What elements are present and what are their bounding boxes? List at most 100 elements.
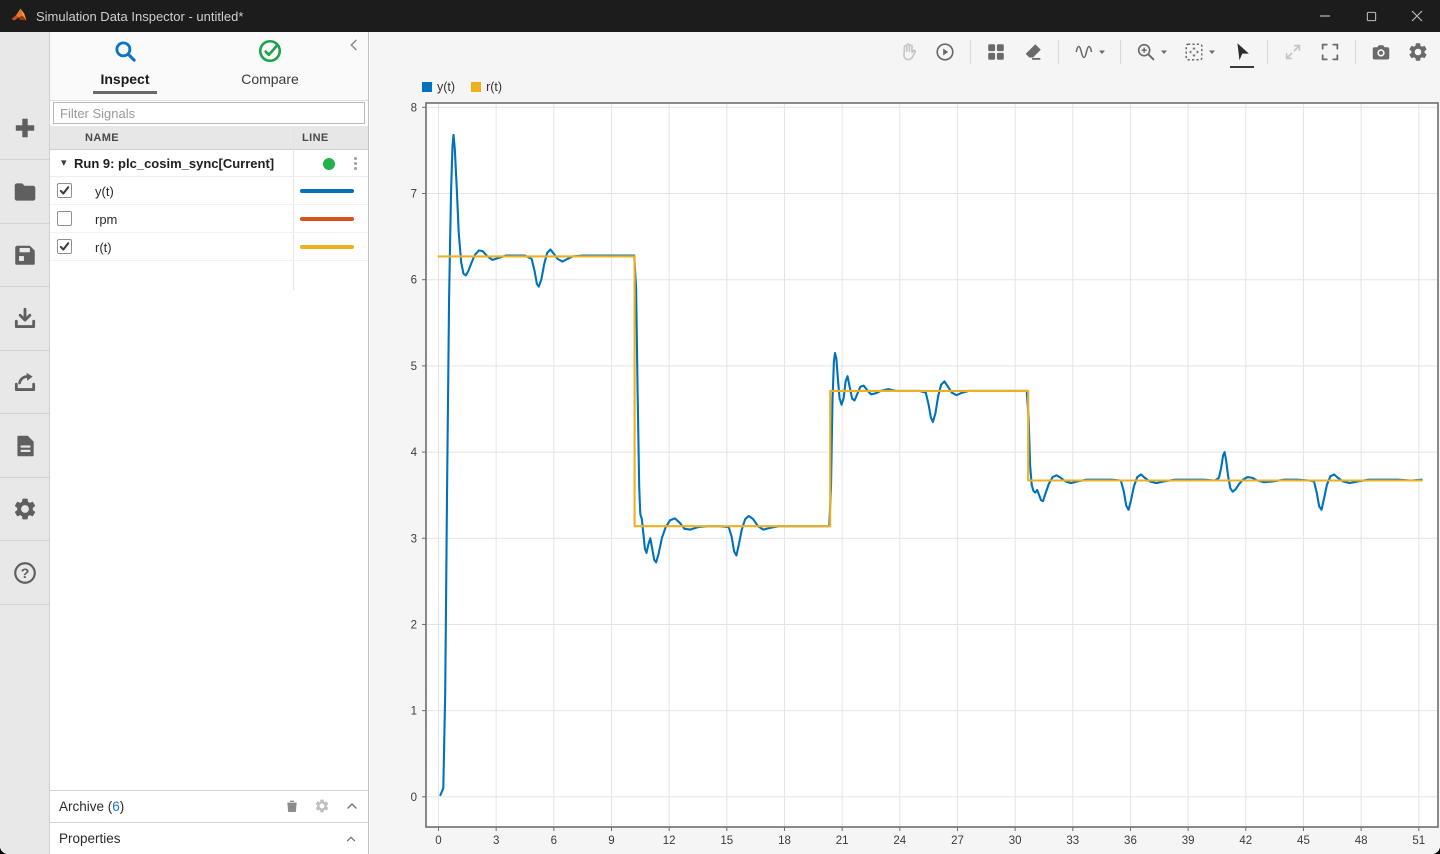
properties-bar[interactable]: Properties [50, 822, 368, 854]
chart-toolbar [896, 32, 1430, 72]
x-tick-label: 24 [893, 835, 906, 847]
plot-canvas[interactable]: 0369121518212427303336394245485101234567… [391, 95, 1440, 854]
camera-button[interactable] [1369, 36, 1393, 68]
export-button[interactable] [0, 351, 49, 414]
column-line-label: LINE [302, 132, 329, 144]
app-window: Simulation Data Inspector - untitled* ? … [0, 0, 1440, 854]
signal-line-swatch[interactable] [300, 189, 354, 193]
close-icon [1411, 10, 1423, 22]
toolbar-separator [1058, 40, 1059, 64]
properties-collapse-chevron-icon[interactable] [344, 832, 358, 846]
cursor-arrow-button[interactable] [1230, 36, 1254, 68]
maximize-icon [1366, 11, 1377, 22]
x-tick-label: 0 [435, 835, 441, 847]
y-tick-label: 7 [411, 189, 417, 201]
save-button[interactable] [0, 224, 49, 287]
fit-view-icon [1183, 41, 1205, 63]
legend-item-rt: r(t) [471, 80, 502, 94]
y-tick-label: 4 [411, 447, 418, 459]
signal-rows: y(t) rpmr(t) [50, 177, 368, 261]
y-tick-label: 1 [411, 706, 417, 718]
tab-compare[interactable]: Compare [210, 38, 330, 87]
fit-view-button[interactable] [1182, 36, 1217, 68]
x-tick-label: 15 [720, 835, 733, 847]
run-menu-dots-icon[interactable] [348, 155, 362, 173]
x-tick-label: 48 [1355, 835, 1368, 847]
archive-collapse-chevron-icon[interactable] [344, 798, 360, 814]
open-button[interactable] [0, 161, 49, 224]
new-button[interactable] [0, 97, 49, 160]
legend-label: y(t) [437, 80, 455, 94]
preferences-button[interactable] [0, 478, 49, 541]
run-expander-icon[interactable]: ▾ [61, 156, 67, 169]
toolbar-separator [1355, 40, 1356, 64]
zoom-in-icon [1135, 41, 1157, 63]
signal-line-swatch[interactable] [300, 245, 354, 249]
signal-checkbox[interactable] [57, 183, 72, 198]
legend-swatch [471, 82, 481, 92]
maximize-button[interactable] [1348, 0, 1394, 32]
import-button[interactable] [0, 288, 49, 351]
settings-gear-icon [1407, 41, 1429, 63]
toolbar-separator [1120, 40, 1121, 64]
replay-icon [934, 41, 956, 63]
filter-signals-input[interactable] [53, 102, 365, 124]
caret-down-icon [1160, 48, 1168, 56]
y-tick-label: 6 [411, 275, 417, 287]
x-tick-label: 3 [493, 835, 499, 847]
window-title: Simulation Data Inspector - untitled* [36, 9, 243, 24]
signal-checkbox[interactable] [57, 239, 72, 254]
expand-diagonal-button [1281, 36, 1305, 68]
expand-diagonal-icon [1282, 41, 1304, 63]
sidebar: ? [0, 32, 50, 854]
trash-icon[interactable] [284, 798, 300, 814]
collapse-panel-chevron-icon[interactable] [346, 37, 362, 53]
minimize-button[interactable] [1302, 0, 1348, 32]
tab-inspect[interactable]: Inspect [65, 38, 185, 94]
close-button[interactable] [1394, 0, 1440, 32]
check-icon [59, 185, 70, 196]
x-tick-label: 51 [1412, 835, 1425, 847]
floppy-icon [12, 242, 38, 268]
help-button[interactable]: ? [0, 542, 49, 605]
fullscreen-button[interactable] [1318, 36, 1342, 68]
matlab-logo-icon [10, 7, 28, 25]
archive-bar[interactable]: Archive (6) [50, 790, 368, 822]
x-tick-label: 9 [608, 835, 614, 847]
replay-button[interactable] [933, 36, 957, 68]
signal-name: y(t) [95, 184, 114, 199]
signal-row-rpm[interactable]: rpm [50, 205, 368, 233]
fullscreen-icon [1319, 41, 1341, 63]
plus-icon [12, 115, 38, 141]
legend-label: r(t) [486, 80, 502, 94]
signal-line-swatch[interactable] [300, 217, 354, 221]
report-button[interactable] [0, 415, 49, 478]
run-row[interactable]: ▾ Run 9: plc_cosim_sync[Current] [50, 150, 368, 177]
signal-row-yt[interactable]: y(t) [50, 177, 368, 205]
minimize-icon [1319, 10, 1331, 22]
y-tick-label: 3 [411, 533, 417, 545]
zoom-in-button[interactable] [1134, 36, 1169, 68]
signal-row-rt[interactable]: r(t) [50, 233, 368, 261]
x-tick-label: 12 [663, 835, 676, 847]
signal-wave-icon [1073, 41, 1095, 63]
settings-gear-button[interactable] [1406, 36, 1430, 68]
svg-text:?: ? [20, 564, 29, 580]
signal-checkbox[interactable] [57, 211, 72, 226]
run-status-dot [323, 158, 335, 170]
window-controls [1302, 0, 1440, 32]
signal-wave-button[interactable] [1072, 36, 1107, 68]
gear-icon [12, 496, 38, 522]
x-tick-label: 6 [551, 835, 557, 847]
run-label: Run 9: plc_cosim_sync[Current] [74, 156, 274, 171]
layout-grid-icon [985, 41, 1007, 63]
eraser-button[interactable] [1021, 36, 1045, 68]
x-tick-label: 18 [778, 835, 791, 847]
document-icon [12, 433, 38, 459]
layout-grid-button[interactable] [984, 36, 1008, 68]
archive-gear-icon[interactable] [314, 798, 330, 814]
x-tick-label: 45 [1297, 835, 1310, 847]
signal-table-header: NAME LINE [50, 126, 368, 150]
chart-panel: y(t)r(t) 0369121518212427303336394245485… [370, 32, 1440, 854]
check-icon [59, 241, 70, 252]
